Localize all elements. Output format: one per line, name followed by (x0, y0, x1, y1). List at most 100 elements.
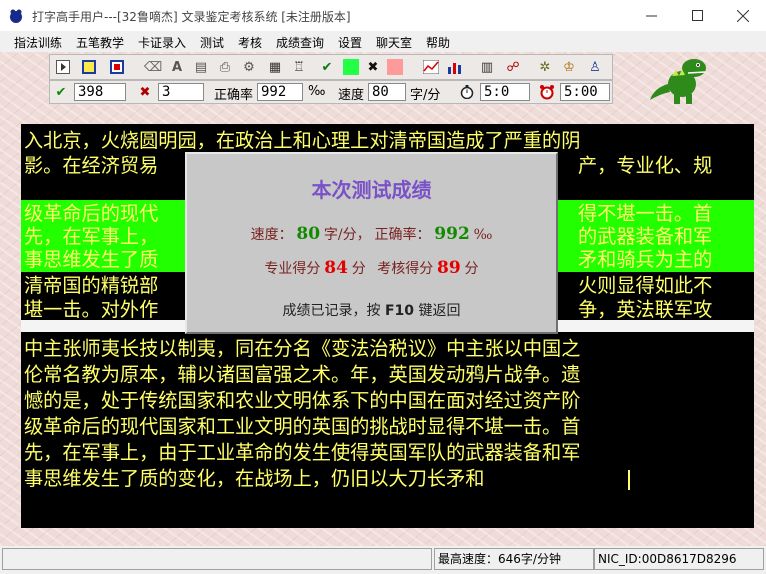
accuracy-unit: ‰ (308, 84, 326, 99)
check-icon: ✔ (321, 59, 333, 75)
menu-exam[interactable]: 考核 (238, 34, 262, 51)
menu-card-entry[interactable]: 卡证录入 (138, 34, 186, 51)
tool-button-4[interactable]: ⎙ (216, 58, 234, 76)
correct-color-button[interactable] (342, 58, 360, 76)
typed-text-line: 憾的是，处于传统国家和农业文明体系下的中国在面对经过资产阶 (24, 389, 581, 412)
tool-button-14[interactable]: ♙ (586, 58, 604, 76)
tool-button-13[interactable]: ♔ (560, 58, 578, 76)
alarm-time-field[interactable]: 5:00 (560, 83, 610, 101)
tool-button-9[interactable] (446, 58, 464, 76)
footer-prefix: 成绩已记录，按 (282, 303, 381, 319)
footer-suffix: 键返回 (418, 303, 461, 319)
tool-button-7[interactable]: ♖ (290, 58, 308, 76)
maximize-button[interactable] (674, 0, 720, 31)
elapsed-time-field[interactable]: 5:0 (480, 83, 530, 101)
tool-button-8[interactable] (422, 58, 440, 76)
tool-button-1[interactable]: ⌫ (144, 58, 162, 76)
tool-button-10[interactable]: ▥ (478, 58, 496, 76)
icon-toolbar: ⌫ A ▤ ⎙ ⚙ ▦ ♖ ✔ ✖ ▥ ☍ ✲ ♔ ♙ (49, 54, 613, 80)
typed-text-line: 中主张师夷长技以制夷，同在分名《变法治税议》中主张以中国之 (24, 337, 581, 360)
reference-text-line: 入北京，火烧圆明园，在政治上和心理上对清帝国造成了严重的阴 (24, 129, 581, 152)
typed-text-line: 先，在军事上，由于工业革命的发生使得英国军队的武器装备和军 (24, 441, 581, 464)
check-icon: ✔ (55, 84, 67, 100)
app-logo-icon (10, 9, 22, 23)
settings-icon: ✲ (539, 59, 551, 75)
stop-button[interactable] (108, 58, 126, 76)
error-color-button[interactable] (386, 58, 404, 76)
reference-text-line: 得不堪一击。首 (578, 202, 713, 225)
menu-fingering[interactable]: 指法训练 (14, 34, 62, 51)
error-count-icon-wrap: ✖ (136, 83, 154, 101)
tool-button-2[interactable]: A (168, 58, 186, 76)
tool-button-12[interactable]: ✲ (536, 58, 554, 76)
tool-button-3[interactable]: ▤ (192, 58, 210, 76)
tool-button-11[interactable]: ☍ (504, 58, 522, 76)
speed-value: 80 (296, 224, 321, 244)
exam-score-unit: 分 (464, 261, 479, 277)
person-icon: ♙ (589, 59, 601, 75)
accuracy-value: 992 (434, 224, 470, 244)
menu-wubi[interactable]: 五笔教学 (76, 34, 124, 51)
status-panel-empty (2, 548, 432, 570)
accuracy-label: 正确率 (214, 88, 254, 103)
play-button[interactable] (54, 58, 72, 76)
score-row: 专业得分 84 分 考核得分 89 分 (187, 258, 556, 278)
speed-unit: 字/分 (410, 88, 441, 103)
new-button[interactable] (80, 58, 98, 76)
reference-text-line: 事思维发生了质 (24, 248, 159, 271)
document-icon: ▤ (194, 59, 208, 75)
close-icon (737, 9, 749, 22)
speed-label: 速度 (338, 88, 365, 103)
alarm-icon-wrap (538, 83, 556, 101)
stopwatch-icon-wrap (458, 83, 476, 101)
speed-field[interactable]: 80 (368, 83, 406, 101)
square-icon (82, 60, 96, 74)
reference-text-line: 先，在军事上， (24, 225, 159, 248)
title-bar: 打字高手用户---[32鲁嘀杰] 文录鉴定考核系统 [未注册版本] (0, 0, 766, 31)
pro-score-value: 84 (324, 258, 348, 278)
footer-key: F10 (384, 303, 415, 319)
stats-toolbar: ✔ 398 ✖ 3 正确率 992 ‰ 速度 80 字/分 5:0 5:00 (49, 80, 613, 104)
check-button[interactable]: ✔ (318, 58, 336, 76)
exam-score-label: 考核得分 (377, 261, 434, 277)
error-count-field[interactable]: 3 (158, 83, 204, 101)
close-button[interactable] (720, 0, 766, 31)
network-icon: ☍ (506, 59, 520, 75)
tool-button-6[interactable]: ▦ (266, 58, 284, 76)
menu-score-query[interactable]: 成绩查询 (276, 34, 324, 51)
menu-settings[interactable]: 设置 (338, 34, 362, 51)
reference-text-line: 产，专业化、规 (578, 154, 713, 177)
menu-test[interactable]: 测试 (200, 34, 224, 51)
reference-text-line: 的武器装备和军 (578, 225, 713, 248)
reference-text-line: 争，英法联军攻 (578, 298, 713, 321)
test-result-dialog: 本次测试成绩 速度： 80 字/分， 正确率： 992 ‰ 专业得分 84 分 … (185, 152, 558, 334)
nic-id-panel: NIC_ID:00D8617D8296 (594, 548, 764, 570)
menu-chatroom[interactable]: 聊天室 (376, 34, 412, 51)
keyboard-icon: ▦ (268, 59, 282, 75)
typed-text-line: 级革命后的现代国家和工业文明的英国的挑战时显得不堪一击。首 (24, 415, 581, 438)
typed-text-line: 事思维发生了质的变化，在战场上，仍旧以大刀长矛和 (24, 467, 485, 490)
maximize-icon (691, 10, 703, 21)
reference-text-line: 清帝国的精锐部 (24, 274, 159, 297)
clipboard-icon: ♖ (293, 59, 305, 75)
speed-accuracy-row: 速度： 80 字/分， 正确率： 992 ‰ (187, 224, 556, 244)
pink-swatch-icon (387, 59, 403, 75)
accuracy-unit: ‰ (473, 227, 493, 243)
speed-label: 速度： (250, 227, 293, 243)
wrong-button[interactable]: ✖ (364, 58, 382, 76)
menu-help[interactable]: 帮助 (426, 34, 450, 51)
chart-icon (423, 60, 439, 74)
alarm-clock-icon (540, 85, 554, 100)
bar-chart-icon (448, 63, 461, 74)
correct-count-icon-wrap: ✔ (52, 83, 70, 101)
exam-score-value: 89 (437, 258, 461, 278)
menu-bar: 指法训练 五笔教学 卡证录入 测试 考核 成绩查询 设置 聊天室 帮助 (0, 31, 766, 52)
tool-button-5[interactable]: ⚙ (240, 58, 258, 76)
correct-count-field[interactable]: 398 (74, 83, 126, 101)
reference-text-line: 影。在经济贸易 (24, 154, 159, 177)
text-cursor (628, 470, 630, 490)
font-icon: A (171, 59, 183, 75)
reference-text-line: 堪一击。对外作 (24, 298, 159, 321)
accuracy-field[interactable]: 992 (257, 83, 303, 101)
minimize-button[interactable] (628, 0, 674, 31)
